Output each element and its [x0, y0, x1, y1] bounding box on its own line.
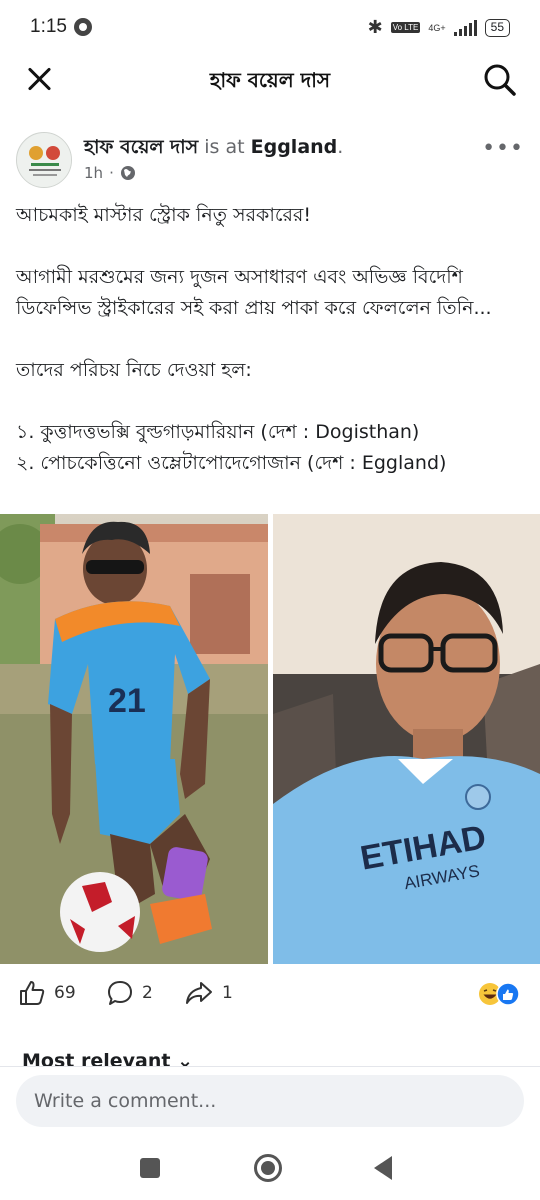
status-indicators: ✱ Vo LTE 4G+ 55	[368, 17, 510, 38]
post-line: ১. কুত্তাদত্তভক্সি বুল্ডগাড়মারিয়ান (দে…	[16, 421, 420, 443]
comment-input[interactable]	[16, 1075, 524, 1127]
header-title: হাফ বয়েল দাস	[209, 68, 331, 92]
signal-icon	[453, 19, 477, 36]
post-line: আচমকাই মাস্টার স্ট্রোক নিতু সরকারের!	[16, 204, 311, 226]
man-glasses-image: ETIHAD AIRWAYS	[273, 514, 540, 964]
jersey-number: 21	[108, 682, 146, 720]
photo-footballer[interactable]: 21	[0, 514, 268, 964]
messenger-status-icon	[74, 18, 92, 36]
footballer-image: 21	[0, 514, 268, 964]
comment-count: 2	[142, 983, 153, 1003]
more-options-icon[interactable]: •••	[482, 136, 524, 161]
profile-logo-icon	[17, 133, 71, 187]
volte-badge: Vo LTE	[390, 22, 421, 33]
search-icon	[484, 64, 516, 96]
home-icon[interactable]	[254, 1154, 282, 1182]
post-line: আগামী মরশুমের জন্য দুজন অসাধারণ এবং অভিজ…	[16, 266, 492, 319]
post-line: তাদের পরিচয় নিচে দেওয়া হল:	[16, 359, 252, 381]
comment-icon	[108, 981, 132, 1005]
meta-separator: ·	[109, 164, 114, 182]
author-line: হাফ বয়েল দাস is at Eggland.	[84, 133, 343, 165]
post-header: হাফ বয়েল দাস	[0, 52, 540, 108]
post-photos: 21 ETIHAD AIRWAYS	[0, 514, 540, 964]
recent-apps-icon[interactable]	[140, 1158, 160, 1178]
globe-icon	[120, 166, 135, 180]
post-text: আচমকাই মাস্টার স্ট্রোক নিতু সরকারের! আগা…	[16, 200, 522, 479]
checkin-connector: is at	[204, 136, 245, 158]
like-count: 69	[54, 983, 76, 1003]
battery-icon: 55	[484, 18, 510, 37]
post-author: হাফ বয়েল দাস is at Eggland. 1h · •••	[16, 130, 524, 190]
author-name[interactable]: হাফ বয়েল দাস	[84, 136, 198, 158]
status-time: 1:15	[30, 16, 67, 37]
search-button[interactable]	[482, 62, 518, 98]
photo-man-in-jersey[interactable]: ETIHAD AIRWAYS	[273, 514, 540, 964]
status-bar: 1:15 ✱ Vo LTE 4G+ 55	[0, 0, 540, 56]
post-time[interactable]: 1h	[84, 164, 103, 182]
place-suffix: .	[337, 136, 344, 158]
network-type: 4G+	[428, 22, 446, 33]
like-emoji-icon	[496, 982, 520, 1006]
share-count: 1	[222, 983, 233, 1003]
like-button[interactable]: 69	[18, 979, 76, 1007]
share-icon	[186, 982, 212, 1004]
comment-composer	[0, 1066, 540, 1138]
bluetooth-icon: ✱	[367, 17, 383, 38]
reaction-summary[interactable]	[476, 981, 522, 1007]
post-line: ২. পোচকেত্তিনো ওম্লেটাপোদেগোজান (দেশ : E…	[16, 452, 447, 474]
system-nav-bar	[0, 1138, 540, 1200]
checkin-place[interactable]: Eggland	[251, 136, 338, 158]
back-icon[interactable]	[374, 1156, 392, 1180]
comment-button[interactable]: 2	[106, 979, 153, 1007]
share-button[interactable]: 1	[184, 979, 233, 1007]
post-meta: 1h ·	[84, 164, 136, 182]
avatar[interactable]	[16, 132, 72, 188]
reactions-bar: 69 2 1	[0, 975, 540, 1015]
thumbs-up-icon	[20, 981, 45, 1005]
